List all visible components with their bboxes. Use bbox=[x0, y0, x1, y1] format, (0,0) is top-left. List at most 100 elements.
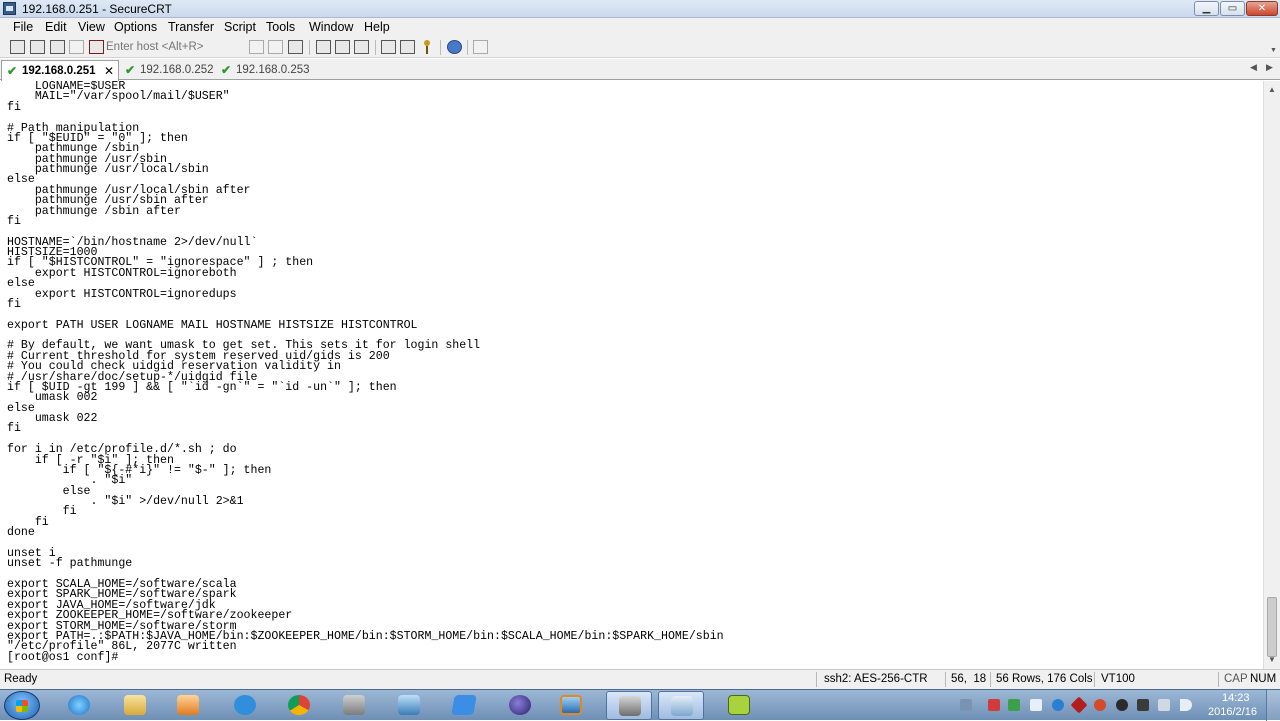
windows-taskbar: 14:23 2016/2/16 bbox=[0, 689, 1280, 721]
menu-window[interactable]: Window bbox=[309, 20, 353, 34]
tray-security-icon[interactable] bbox=[1008, 699, 1020, 711]
menu-bar: File Edit View Options Transfer Script T… bbox=[0, 18, 1280, 37]
securecrt-app-icon[interactable] bbox=[3, 2, 16, 15]
paste-icon[interactable] bbox=[268, 40, 283, 54]
terminal-line: pathmunge /sbin after bbox=[7, 204, 181, 218]
session-options-icon[interactable] bbox=[381, 40, 396, 54]
find-icon[interactable] bbox=[288, 40, 303, 54]
show-desktop-button[interactable] bbox=[1266, 690, 1280, 721]
status-num-lock: NUM bbox=[1250, 673, 1277, 685]
connect-in-tab-icon[interactable] bbox=[50, 40, 65, 54]
keymap-key-icon[interactable] bbox=[420, 40, 435, 54]
quick-connect-icon[interactable] bbox=[30, 40, 45, 54]
tray-network-icon[interactable] bbox=[1052, 699, 1064, 711]
toolbar-separator bbox=[309, 40, 310, 55]
terminal-area[interactable]: LOGNAME=$USER MAIL="/var/spool/mail/$USE… bbox=[0, 81, 1263, 669]
tab-session-252[interactable]: ✔ 192.168.0.252 bbox=[120, 60, 216, 80]
terminal-line: umask 022 bbox=[7, 412, 98, 425]
terminal-line: . "$i" bbox=[7, 474, 133, 488]
sftp-icon[interactable] bbox=[473, 40, 488, 54]
tray-windows-icon[interactable] bbox=[1030, 699, 1042, 711]
tab-scroll-left-icon[interactable]: ◀ bbox=[1250, 62, 1257, 73]
status-cursor-position: 56, 18 bbox=[951, 673, 987, 685]
minimize-button[interactable]: ▁ bbox=[1194, 1, 1219, 16]
help-icon[interactable] bbox=[447, 40, 462, 54]
status-cipher: ssh2: AES-256-CTR bbox=[824, 673, 928, 685]
terminal-app-icon bbox=[343, 695, 365, 715]
global-options-icon[interactable] bbox=[400, 40, 415, 54]
menu-edit[interactable]: Edit bbox=[45, 20, 67, 34]
close-window-button[interactable]: ✕ bbox=[1246, 1, 1278, 16]
status-bar: Ready ssh2: AES-256-CTR 56, 18 56 Rows, … bbox=[0, 669, 1280, 689]
eclipse-icon bbox=[509, 695, 531, 715]
taskbar-securecrt[interactable] bbox=[606, 691, 652, 720]
tray-antivirus-icon[interactable] bbox=[1094, 699, 1106, 711]
status-separator bbox=[990, 672, 991, 687]
tray-user-icon[interactable] bbox=[1137, 699, 1149, 711]
taskbar-file-explorer[interactable] bbox=[112, 691, 158, 720]
taskbar-media-player[interactable] bbox=[165, 691, 211, 720]
disconnect-icon[interactable] bbox=[89, 40, 104, 54]
reconnect-icon[interactable] bbox=[69, 40, 84, 54]
copy-icon[interactable] bbox=[249, 40, 264, 54]
taskbar-mobaxterm[interactable] bbox=[716, 691, 762, 720]
clock-date[interactable]: 2016/2/16 bbox=[1208, 706, 1257, 718]
scroll-up-icon[interactable]: ▲ bbox=[1268, 85, 1276, 94]
maximize-button[interactable]: ▭ bbox=[1220, 1, 1245, 16]
print-selection-icon[interactable] bbox=[335, 40, 350, 54]
chrome-icon bbox=[288, 695, 310, 715]
menu-transfer[interactable]: Transfer bbox=[168, 20, 214, 34]
tray-display-icon[interactable] bbox=[1158, 699, 1170, 711]
taskbar-chrome[interactable] bbox=[276, 691, 322, 720]
close-tab-icon[interactable]: ✕ bbox=[104, 64, 114, 78]
volume-icon[interactable] bbox=[1180, 699, 1192, 711]
scrollbar-thumb[interactable] bbox=[1267, 597, 1277, 657]
tray-keyboard-icon[interactable] bbox=[960, 699, 972, 711]
taskbar-network-app[interactable] bbox=[222, 691, 268, 720]
scroll-down-icon[interactable]: ▼ bbox=[1268, 655, 1276, 664]
print-icon[interactable] bbox=[316, 40, 331, 54]
terminal-line: pathmunge /usr/local/sbin bbox=[7, 163, 209, 176]
status-terminal-size: 56 Rows, 176 Cols bbox=[996, 673, 1093, 685]
terminal-line: fi bbox=[7, 100, 21, 114]
tray-qq-icon[interactable] bbox=[1116, 699, 1128, 711]
tab-session-253[interactable]: ✔ 192.168.0.253 bbox=[216, 60, 312, 80]
menu-help[interactable]: Help bbox=[364, 20, 390, 34]
terminal-line: fi bbox=[7, 515, 49, 529]
tab-scroll-right-icon[interactable]: ▶ bbox=[1266, 62, 1273, 73]
enter-host-input[interactable] bbox=[106, 39, 236, 55]
terminal-line: done bbox=[7, 526, 35, 540]
media-player-icon bbox=[177, 695, 199, 715]
clock-time[interactable]: 14:23 bbox=[1222, 692, 1250, 704]
menu-script[interactable]: Script bbox=[224, 20, 256, 34]
menu-tools[interactable]: Tools bbox=[266, 20, 295, 34]
terminal-line: export PATH USER LOGNAME MAIL HOSTNAME H… bbox=[7, 318, 418, 332]
status-separator bbox=[816, 672, 817, 687]
tab-label: 192.168.0.253 bbox=[236, 64, 310, 76]
taskbar-virtualbox[interactable] bbox=[548, 691, 594, 720]
taskbar-notes-app[interactable] bbox=[441, 691, 487, 720]
menu-file[interactable]: File bbox=[13, 20, 33, 34]
terminal-line: export HISTCONTROL=ignoreboth bbox=[7, 266, 237, 280]
toolbar-overflow-icon[interactable]: ▼ bbox=[1270, 47, 1277, 54]
tab-session-251[interactable]: ✔ 192.168.0.251 ✕ bbox=[1, 60, 119, 81]
print-setup-icon[interactable] bbox=[354, 40, 369, 54]
taskbar-network-tool[interactable] bbox=[658, 691, 704, 720]
taskbar-eclipse[interactable] bbox=[497, 691, 543, 720]
taskbar-remote-app[interactable] bbox=[386, 691, 432, 720]
menu-view[interactable]: View bbox=[78, 20, 105, 34]
start-button[interactable] bbox=[4, 691, 40, 720]
terminal-scrollbar[interactable]: ▲ ▼ bbox=[1263, 81, 1280, 669]
terminal-line: [root@os1 conf]# bbox=[7, 650, 126, 664]
connect-icon[interactable] bbox=[10, 40, 25, 54]
terminal-line: else bbox=[7, 401, 35, 415]
virtualbox-icon bbox=[560, 695, 582, 715]
toolbar-separator bbox=[440, 40, 441, 55]
tray-app-icon[interactable] bbox=[988, 699, 1000, 711]
title-bar: 192.168.0.251 - SecureCRT ▁ ▭ ✕ bbox=[0, 0, 1280, 18]
menu-options[interactable]: Options bbox=[114, 20, 157, 34]
tray-shield-icon[interactable] bbox=[1070, 696, 1088, 714]
taskbar-terminal-app[interactable] bbox=[331, 691, 377, 720]
taskbar-internet-explorer[interactable] bbox=[56, 691, 102, 720]
